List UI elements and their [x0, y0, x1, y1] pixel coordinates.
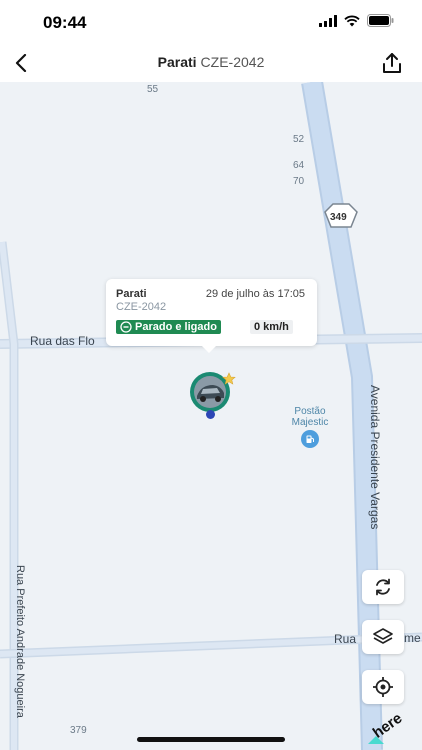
home-indicator: [137, 737, 285, 742]
popup-plate: CZE-2042: [116, 301, 167, 313]
status-icons: [319, 14, 394, 27]
popup-vehicle-name: Parati: [116, 288, 147, 300]
share-icon: [383, 53, 401, 73]
route-shield-label: 349: [330, 212, 347, 223]
map-number-label: 64: [293, 160, 305, 171]
wifi-icon: [344, 15, 360, 26]
layers-button[interactable]: [362, 620, 404, 654]
here-logo-text: here: [370, 710, 406, 742]
status-text: Parado e ligado: [135, 321, 217, 333]
vehicle-marker[interactable]: [189, 371, 236, 413]
car-avatar-icon: [190, 372, 236, 412]
map-number-label: 70: [293, 176, 305, 187]
vehicle-info-popup[interactable]: Parati 29 de julho às 17:05 CZE-2042 Par…: [106, 279, 317, 353]
signal-icon: [319, 14, 337, 27]
here-logo: here: [364, 706, 412, 750]
minus-circle-icon: [120, 321, 132, 333]
status-badge: Parado e ligado: [116, 320, 221, 334]
page-title: Parati CZE-2042: [0, 54, 422, 70]
vehicle-name: Parati: [157, 54, 197, 70]
refresh-button[interactable]: [362, 570, 404, 604]
status-time: 09:44: [43, 13, 87, 32]
street-label-rua-das-flores: Rua das Flo: [30, 334, 95, 348]
refresh-icon: [376, 578, 390, 596]
map-number-label: 55: [147, 84, 159, 95]
street-label-bottom: Rua: [334, 632, 357, 646]
battery-icon: [367, 14, 394, 27]
location-dot: [206, 410, 215, 419]
map[interactable]: 55 52 64 70 379 349 Rua das Flo Avenida …: [0, 82, 422, 750]
nav-bar: Parati CZE-2042: [0, 44, 422, 82]
map-number-label: 52: [293, 134, 305, 145]
map-number-label: 379: [70, 725, 87, 736]
speed-badge: 0 km/h: [250, 320, 293, 334]
vehicle-plate: CZE-2042: [200, 54, 265, 70]
status-bar: 09:44: [0, 0, 422, 44]
street-label-rua-prefeito: Rua Prefeito Andrade Nogueira: [14, 565, 26, 718]
locate-icon: [373, 677, 393, 697]
poi-label: Postão Majestic: [291, 406, 329, 428]
street-label-bottom-end: me: [404, 631, 421, 645]
popup-date: 29 de julho às 17:05: [205, 288, 305, 300]
street-label-avenida: Avenida Presidente Vargas: [368, 385, 382, 530]
layers-icon: [373, 628, 393, 644]
gas-station-icon[interactable]: [301, 430, 319, 448]
share-button[interactable]: [378, 49, 406, 77]
locate-button[interactable]: [362, 670, 404, 704]
